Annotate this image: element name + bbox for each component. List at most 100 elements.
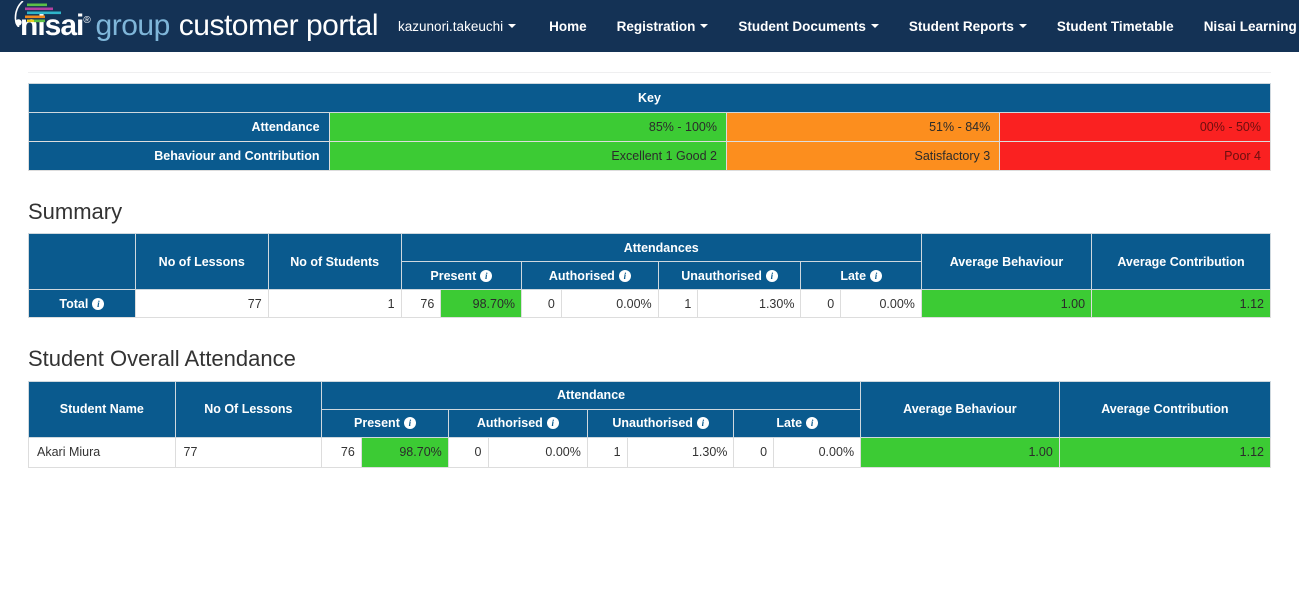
summary-col-attendances: Attendances: [400, 233, 922, 263]
key-title: Key: [28, 83, 1271, 113]
key-row-label-attendance: Attendance: [28, 112, 330, 142]
nav-item-student-timetable[interactable]: Student Timetable: [1042, 0, 1189, 52]
key-band-behaviour-red: Poor 4: [999, 141, 1271, 171]
summary-col-late: Late i: [800, 261, 922, 291]
table-row: Total i 77 1 76 98.70% 0 0.00% 1 1.30% 0 …: [28, 289, 1271, 319]
page-content: Key Attendance 85% - 100% 51% - 84% 00% …: [0, 72, 1299, 468]
brand-portal: customer portal: [178, 9, 379, 42]
summary-authorised-pct: 0.00%: [560, 289, 659, 319]
summary-col-late-label: Late: [840, 268, 867, 283]
summary-col-present: Present i: [400, 261, 523, 291]
summary-total-label: Total i: [28, 289, 136, 319]
info-icon[interactable]: i: [696, 417, 709, 430]
brand-group: group: [95, 9, 171, 42]
brand-logo[interactable]: nisai ® group customer portal: [4, 0, 379, 52]
key-band-behaviour-green: Excellent 1 Good 2: [328, 141, 728, 171]
student-overall-attendance-table: Student Name No Of Lessons Attendance Av…: [28, 380, 1272, 468]
key-band-behaviour-orange: Satisfactory 3: [725, 141, 1001, 171]
student-unauthorised-count: 1: [586, 436, 628, 468]
chevron-down-icon: [508, 24, 517, 28]
student-authorised-count: 0: [447, 436, 489, 468]
summary-average-contribution: 1.12: [1091, 289, 1271, 319]
summary-unauthorised-count: 1: [657, 289, 699, 319]
summary-col-authorised-label: Authorised: [548, 268, 615, 283]
nisai-logo-icon: [14, 1, 61, 27]
info-icon[interactable]: i: [546, 417, 559, 430]
nav-item-student-timetable-label: Student Timetable: [1056, 18, 1174, 34]
summary-header-row-1: No of Lessons No of Students Attendances…: [28, 233, 1271, 291]
student-no-of-lessons: 77: [174, 436, 323, 468]
summary-late-count: 0: [800, 289, 842, 319]
nav-item-registration-label: Registration: [616, 18, 696, 34]
user-menu[interactable]: kazunori.takeuchi: [396, 0, 534, 52]
nav-item-home-label: Home: [549, 18, 587, 34]
key-row-label-behaviour: Behaviour and Contribution: [28, 141, 330, 171]
student-col-late-label: Late: [776, 416, 803, 431]
key-row-behaviour: Behaviour and Contribution Excellent 1 G…: [28, 141, 1271, 171]
student-header-row-1: Student Name No Of Lessons Attendance Av…: [28, 380, 1272, 438]
key-row-attendance: Attendance 85% - 100% 51% - 84% 00% - 50…: [28, 112, 1271, 142]
student-overall-heading: Student Overall Attendance: [28, 346, 296, 372]
nav-item-student-documents[interactable]: Student Documents: [723, 0, 894, 52]
content-divider: [28, 72, 1271, 73]
student-col-unauthorised: Unauthorised i: [586, 408, 735, 438]
student-col-no-of-lessons: No Of Lessons: [174, 380, 323, 438]
info-icon[interactable]: i: [480, 269, 493, 282]
key-band-attendance-green: 85% - 100%: [328, 112, 728, 142]
student-present-count: 76: [321, 436, 362, 468]
student-col-authorised-label: Authorised: [476, 416, 543, 431]
student-col-attendance: Attendance: [321, 380, 862, 410]
nav-item-student-reports[interactable]: Student Reports: [894, 0, 1042, 52]
user-menu-label: kazunori.takeuchi: [398, 18, 504, 34]
student-name: Akari Miura: [28, 436, 176, 468]
student-col-average-contribution: Average Contribution: [1058, 380, 1272, 438]
student-average-behaviour: 1.00: [860, 436, 1060, 468]
key-band-attendance-red: 00% - 50%: [999, 112, 1271, 142]
info-icon[interactable]: i: [403, 417, 416, 430]
nav-item-registration[interactable]: Registration: [602, 0, 724, 52]
key-title-row: Key: [28, 83, 1271, 113]
chevron-down-icon: [1018, 24, 1027, 28]
student-col-student-name: Student Name: [28, 380, 176, 438]
summary-unauthorised-pct: 1.30%: [697, 289, 802, 319]
student-col-average-behaviour: Average Behaviour: [860, 380, 1060, 438]
brand-registered-mark: ®: [83, 15, 91, 26]
summary-heading: Summary: [28, 199, 123, 224]
info-icon[interactable]: i: [806, 417, 819, 430]
navbar-menu: kazunori.takeuchi Home Registration Stud…: [396, 0, 1299, 52]
nav-item-nisai-learning-credits[interactable]: Nisai Learning Credits: [1189, 0, 1299, 52]
info-icon[interactable]: i: [870, 269, 883, 282]
summary-col-average-contribution: Average Contribution: [1091, 233, 1271, 291]
info-icon[interactable]: i: [618, 269, 631, 282]
top-navbar: nisai ® group customer portal kazunori.ta…: [0, 0, 1299, 52]
summary-col-average-behaviour: Average Behaviour: [920, 233, 1093, 291]
summary-average-behaviour: 1.00: [920, 289, 1093, 319]
student-late-pct: 0.00%: [773, 436, 862, 468]
table-row: Akari Miura 77 76 98.70% 0 0.00% 1 1.30%…: [28, 436, 1272, 468]
summary-no-of-students: 1: [267, 289, 402, 319]
nav-item-student-reports-label: Student Reports: [908, 18, 1014, 34]
summary-no-of-lessons: 77: [134, 289, 269, 319]
summary-col-blank: [28, 233, 136, 291]
summary-total-label-text: Total: [59, 296, 89, 311]
summary-col-unauthorised-label: Unauthorised: [681, 268, 762, 283]
summary-col-no-of-lessons: No of Lessons: [134, 233, 269, 291]
student-col-unauthorised-label: Unauthorised: [612, 416, 693, 431]
nav-item-student-documents-label: Student Documents: [738, 18, 866, 34]
student-col-late: Late i: [733, 408, 862, 438]
info-icon[interactable]: i: [765, 269, 778, 282]
student-col-present: Present i: [321, 408, 449, 438]
nav-item-home[interactable]: Home: [534, 0, 602, 52]
summary-col-no-of-students: No of Students: [267, 233, 402, 291]
student-col-authorised: Authorised i: [447, 408, 588, 438]
nav-item-nisai-learning-credits-label: Nisai Learning Credits: [1203, 18, 1299, 34]
summary-present-pct: 98.70%: [440, 289, 523, 319]
summary-col-authorised: Authorised i: [521, 261, 659, 291]
summary-col-present-label: Present: [430, 268, 477, 283]
student-average-contribution: 1.12: [1058, 436, 1272, 468]
summary-col-unauthorised: Unauthorised i: [657, 261, 802, 291]
key-band-attendance-orange: 51% - 84%: [725, 112, 1001, 142]
info-icon[interactable]: i: [92, 297, 105, 310]
key-table: Key Attendance 85% - 100% 51% - 84% 00% …: [28, 83, 1271, 171]
chevron-down-icon: [700, 24, 709, 28]
